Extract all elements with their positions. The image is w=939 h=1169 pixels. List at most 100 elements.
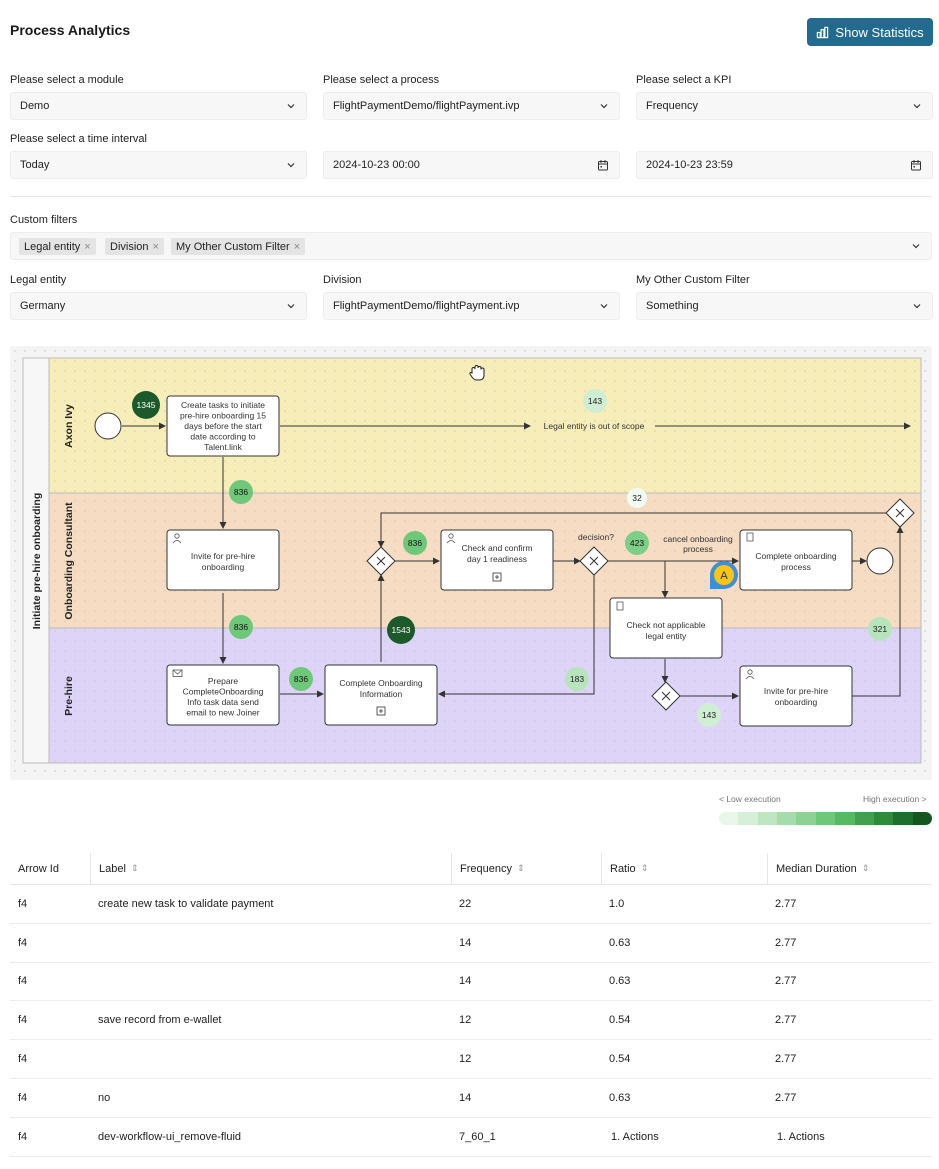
end-date-input[interactable]: 2024-10-23 23:59 xyxy=(636,151,933,179)
process-select[interactable]: FlightPaymentDemo/flightPayment.ivp xyxy=(323,92,620,120)
column-header-label[interactable]: Label ⇕ xyxy=(90,853,451,884)
legend-swatch xyxy=(757,812,778,825)
lane-label-onboarding-consultant: Onboarding Consultant xyxy=(63,502,75,620)
svg-text:1345: 1345 xyxy=(137,400,156,410)
start-event[interactable] xyxy=(94,412,122,440)
legal-entity-select[interactable]: Germany xyxy=(10,292,307,320)
chip-division[interactable]: Division × xyxy=(105,238,164,255)
chip-other-filter[interactable]: My Other Custom Filter × xyxy=(171,238,306,255)
pool-title: Initiate pre-hire onboarding xyxy=(31,493,43,630)
frequency-badge[interactable]: 423 xyxy=(625,531,649,555)
table-cell: 22 xyxy=(451,884,601,924)
frequency-badge[interactable]: 836 xyxy=(289,667,313,691)
svg-text:32: 32 xyxy=(632,493,642,503)
kpi-value: Frequency xyxy=(646,100,698,112)
chevron-down-icon xyxy=(913,104,921,109)
column-header-frequency[interactable]: Frequency ⇕ xyxy=(451,853,601,884)
frequency-badge[interactable]: 321 xyxy=(868,617,892,641)
legend-swatch xyxy=(835,812,855,825)
time-interval-label: Please select a time interval xyxy=(10,133,147,145)
show-statistics-button[interactable]: Show Statistics xyxy=(807,18,933,46)
table-cell: 14 xyxy=(451,1078,601,1118)
other-filter-select[interactable]: Something xyxy=(636,292,933,320)
table-row[interactable]: f4 no 14 0.63 2.77 xyxy=(10,1078,932,1118)
table-row[interactable]: f4 14 0.63 2.77 xyxy=(10,962,932,1002)
svg-text:A: A xyxy=(720,570,728,582)
task-create-tasks[interactable]: Create tasks to initiate pre-hire onboard… xyxy=(166,395,280,457)
table-cell: 12 xyxy=(451,1039,601,1079)
frequency-badge[interactable]: 183 xyxy=(565,667,589,691)
task-invite-consultant[interactable]: Invite for pre-hire onboarding xyxy=(166,529,280,591)
legend-swatch xyxy=(854,812,874,825)
table-cell: 0.63 xyxy=(601,1078,767,1118)
task-prepare[interactable]: Prepare CompleteOnboarding Info task data … xyxy=(166,664,280,726)
close-icon[interactable]: × xyxy=(294,241,300,253)
table-row[interactable]: f4 create new task to validate payment 22 1… xyxy=(10,884,932,924)
task-complete-info[interactable]: Complete Onboarding Information xyxy=(324,664,438,726)
task-check-confirm[interactable]: Check and confirm day 1 readiness xyxy=(440,529,554,591)
time-interval-select[interactable]: Today xyxy=(10,151,307,179)
table-row[interactable]: f4 12 0.54 2.77 xyxy=(10,1039,932,1079)
sort-icon[interactable]: ⇕ xyxy=(131,863,139,874)
process-diagram[interactable]: Initiate pre-hire onboarding Axon Ivy On… xyxy=(10,346,932,780)
close-icon[interactable]: × xyxy=(84,241,90,253)
chevron-down-icon xyxy=(287,163,295,168)
legal-entity-value: Germany xyxy=(20,300,66,312)
chip-label: My Other Custom Filter xyxy=(176,240,290,253)
sort-icon[interactable]: ⇕ xyxy=(517,863,525,874)
legend-high-label: High execution > xyxy=(863,794,927,804)
chip-legal-entity[interactable]: Legal entity × xyxy=(19,238,96,255)
table-cell: 1. Actions xyxy=(601,1117,767,1157)
svg-text:321: 321 xyxy=(873,624,887,634)
column-header-median-duration[interactable]: Median Duration ⇕ xyxy=(767,853,932,884)
chevron-down-icon xyxy=(600,304,608,309)
start-date-input[interactable]: 2024-10-23 00:00 xyxy=(323,151,620,179)
end-event[interactable] xyxy=(866,547,894,575)
division-select[interactable]: FlightPaymentDemo/flightPayment.ivp xyxy=(323,292,620,320)
svg-text:143: 143 xyxy=(588,396,602,406)
header-label: Frequency xyxy=(460,862,512,875)
table-cell: f4 xyxy=(10,962,90,1002)
column-header-ratio[interactable]: Ratio ⇕ xyxy=(601,853,767,884)
frequency-badge[interactable]: 143 xyxy=(697,703,721,727)
module-select[interactable]: Demo xyxy=(10,92,307,120)
task-check-not-applicable[interactable]: Check not applicable legal entity xyxy=(609,597,723,659)
frequency-badge[interactable]: 1345 xyxy=(132,391,160,419)
table-cell: 14 xyxy=(451,962,601,1002)
table-cell: save record from e-wallet xyxy=(90,1000,451,1041)
svg-text:836: 836 xyxy=(234,622,248,632)
sort-icon[interactable]: ⇕ xyxy=(641,863,649,874)
task-complete-process[interactable]: Complete onboarding process xyxy=(739,529,853,591)
kpi-select[interactable]: Frequency xyxy=(636,92,933,120)
frequency-badge[interactable]: 1543 xyxy=(387,616,415,644)
table-cell: 2.77 xyxy=(767,923,932,963)
execution-legend-scale xyxy=(719,812,932,825)
legend-swatch xyxy=(873,812,894,825)
table-row[interactable]: f4 dev-workflow-ui_remove-fluid 7_60_1 1. A… xyxy=(10,1117,932,1157)
frequency-badge[interactable]: 836 xyxy=(229,615,253,639)
frequency-badge[interactable]: 143 xyxy=(583,389,607,413)
svg-text:836: 836 xyxy=(408,538,422,548)
table-cell xyxy=(90,1039,451,1079)
table-cell: dev-workflow-ui_remove-fluid xyxy=(90,1117,451,1157)
close-icon[interactable]: × xyxy=(153,241,159,253)
show-statistics-label: Show Statistics xyxy=(835,24,924,40)
time-interval-value: Today xyxy=(20,159,50,171)
frequency-badge[interactable]: 32 xyxy=(627,488,647,508)
table-cell: 2.77 xyxy=(767,1000,932,1041)
svg-text:Check and confirmday 1 readine: Check and confirm day 1 readiness xyxy=(462,543,533,564)
table-row[interactable]: f4 save record from e-wallet 12 0.54 2.77 xyxy=(10,1000,932,1041)
chevron-down-icon xyxy=(600,104,608,109)
table-row[interactable]: f4 14 0.63 2.77 xyxy=(10,923,932,963)
avatar[interactable]: A xyxy=(710,561,738,589)
task-invite-prehire[interactable]: Invite for pre-hire onboarding xyxy=(739,665,853,727)
table-cell: f4 xyxy=(10,923,90,963)
frequency-badge[interactable]: 836 xyxy=(229,480,253,504)
table-cell: 0.63 xyxy=(601,962,767,1002)
table-cell: 12 xyxy=(451,1000,601,1041)
table-cell: f4 xyxy=(10,884,90,924)
sort-icon[interactable]: ⇕ xyxy=(862,863,870,874)
frequency-badge[interactable]: 836 xyxy=(403,531,427,555)
page-title: Process Analytics xyxy=(10,22,131,38)
custom-filters-multiselect[interactable]: Legal entity × Division × My Other Custom … xyxy=(10,232,932,260)
